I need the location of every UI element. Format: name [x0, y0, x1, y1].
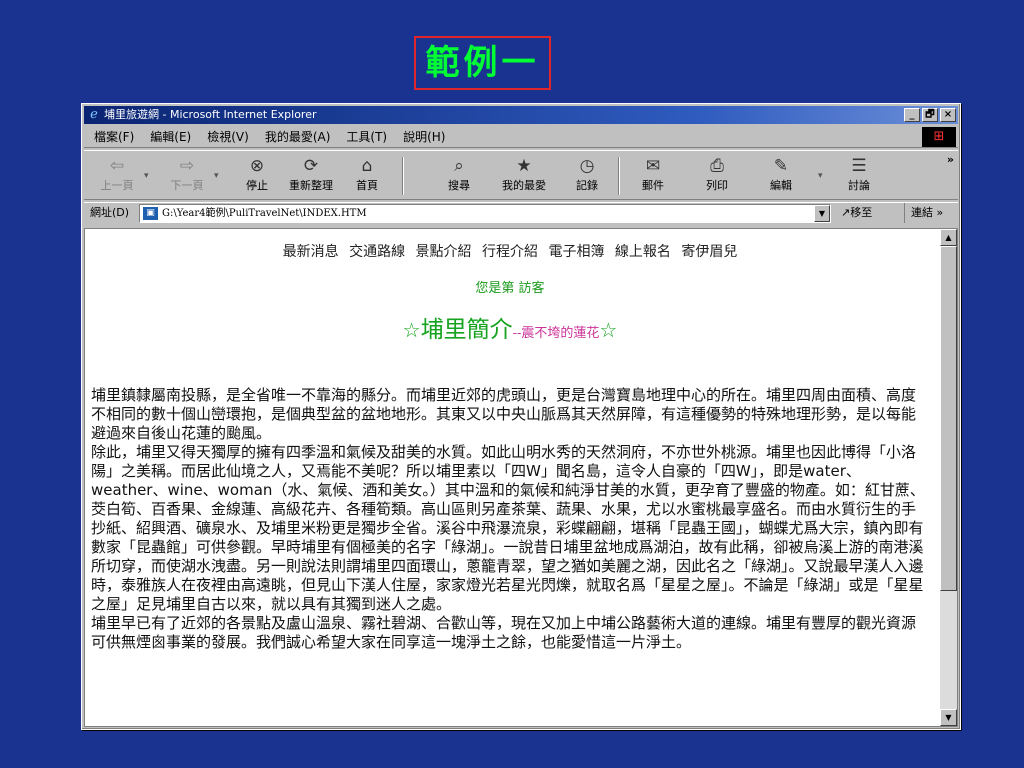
edit-button[interactable]: ✎ 編輯: [756, 155, 806, 197]
nav-attractions[interactable]: 景點介紹: [416, 244, 472, 260]
refresh-icon: ⟳: [303, 156, 319, 176]
scroll-down-icon[interactable]: ▼: [940, 709, 957, 726]
address-dropdown-icon[interactable]: ▼: [814, 205, 830, 222]
window-controls: _ 🗗 ×: [904, 108, 956, 122]
history-button[interactable]: ◷ 記錄: [562, 155, 612, 197]
home-icon: ⌂: [361, 156, 373, 176]
favorites-icon: ★: [516, 156, 532, 176]
links-button[interactable]: 連結 »: [904, 203, 943, 223]
intro-paragraph: 除此，埔里又得天獨厚的擁有四季溫和氣候及甜美的水質。如此山明水秀的天然洞府，不亦…: [91, 443, 925, 613]
slide-title: 範例一: [414, 36, 551, 90]
go-button[interactable]: ↗移至: [841, 203, 872, 223]
toolbar-separator: [618, 157, 620, 195]
forward-button[interactable]: ⇨ 下一頁: [162, 155, 212, 197]
window-title: 埔里旅遊網 - Microsoft Internet Explorer: [104, 108, 317, 121]
menu-bar: 檔案(F) 編輯(E) 檢視(V) 我的最愛(A) 工具(T) 說明(H) ⊞: [84, 126, 958, 148]
discuss-icon: ☰: [851, 156, 867, 176]
nav-transport[interactable]: 交通路線: [349, 244, 405, 260]
scroll-thumb[interactable]: [940, 246, 957, 591]
star-icon: ☆: [402, 318, 421, 342]
discuss-button[interactable]: ☰ 討論: [834, 155, 884, 197]
web-page: 最新消息 交通路線 景點介紹 行程介紹 電子相簿 線上報名 寄伊眉兒 您是第 訪…: [85, 229, 939, 726]
menu-view[interactable]: 檢視(V): [207, 126, 249, 147]
back-arrow-icon: ⇦: [109, 156, 125, 176]
print-button[interactable]: ⎙ 列印: [692, 155, 742, 197]
stop-icon: ⊗: [249, 156, 265, 176]
go-arrow-icon: ↗: [841, 206, 851, 219]
search-button[interactable]: ⌕ 搜尋: [434, 155, 484, 197]
nav-signup[interactable]: 線上報名: [615, 244, 671, 260]
forward-dropdown-icon[interactable]: ▾: [214, 171, 219, 181]
address-bar: 網址(D) ▣ G:\Year4範例\PuliTravelNet\INDEX.H…: [84, 202, 958, 224]
back-dropdown-icon[interactable]: ▾: [144, 171, 149, 181]
search-icon: ⌕: [454, 156, 464, 176]
heading-sub: --震不垮的蓮花: [512, 326, 600, 341]
intro-text: 埔里鎮隸屬南投縣，是全省唯一不靠海的縣分。而埔里近郊的虎頭山，更是台灣寶島地理中…: [91, 386, 929, 652]
intro-paragraph: 埔里鎮隸屬南投縣，是全省唯一不靠海的縣分。而埔里近郊的虎頭山，更是台灣寶島地理中…: [91, 386, 917, 442]
maximize-button[interactable]: 🗗: [922, 108, 938, 122]
toolbar-more-icon[interactable]: »: [947, 153, 954, 166]
nav-album[interactable]: 電子相簿: [548, 244, 604, 260]
scroll-up-icon[interactable]: ▲: [940, 229, 957, 246]
forward-arrow-icon: ⇨: [179, 156, 195, 176]
page-heading: ☆埔里簡介--震不垮的蓮花☆: [91, 310, 929, 344]
nav-email[interactable]: 寄伊眉兒: [681, 244, 737, 260]
address-url: G:\Year4範例\PuliTravelNet\INDEX.HTM: [162, 208, 367, 219]
browser-window: ℯ 埔里旅遊網 - Microsoft Internet Explorer _ …: [81, 103, 961, 730]
history-icon: ◷: [579, 156, 595, 176]
stop-button[interactable]: ⊗ 停止: [232, 155, 282, 197]
page-content: 最新消息 交通路線 景點介紹 行程介紹 電子相簿 線上報名 寄伊眉兒 您是第 訪…: [84, 228, 958, 727]
intro-paragraph: 埔里早已有了近郊的各景點及盧山溫泉、霧社碧湖、合歡山等，現在又加上中埔公路藝術大…: [91, 614, 917, 651]
edit-icon: ✎: [773, 156, 789, 176]
vertical-scrollbar[interactable]: ▲ ▼: [940, 229, 957, 726]
home-button[interactable]: ⌂ 首頁: [342, 155, 392, 197]
title-bar: ℯ 埔里旅遊網 - Microsoft Internet Explorer _ …: [84, 106, 958, 124]
print-icon: ⎙: [710, 156, 724, 176]
edit-dropdown-icon[interactable]: ▾: [818, 171, 823, 181]
refresh-button[interactable]: ⟳ 重新整理: [282, 155, 340, 197]
visitor-counter: 您是第 訪客: [475, 281, 545, 296]
page-icon: ▣: [143, 207, 158, 220]
nav-news[interactable]: 最新消息: [283, 244, 339, 260]
toolbar: ⇦ 上一頁 ▾ ⇨ 下一頁 ▾ ⊗ 停止 ⟳ 重新整理 ⌂ 首頁 ⌕ 搜尋 ★ …: [84, 150, 958, 200]
windows-logo-icon: ⊞: [922, 127, 956, 147]
address-input[interactable]: ▣ G:\Year4範例\PuliTravelNet\INDEX.HTM ▼: [139, 204, 831, 223]
heading-main: 埔里簡介: [420, 317, 513, 343]
menu-edit[interactable]: 編輯(E): [150, 126, 191, 147]
close-button[interactable]: ×: [940, 108, 956, 122]
menu-help[interactable]: 說明(H): [403, 126, 445, 147]
star-icon: ☆: [599, 318, 618, 342]
nav-itinerary[interactable]: 行程介紹: [482, 244, 538, 260]
menu-file[interactable]: 檔案(F): [94, 126, 134, 147]
toolbar-separator: [402, 157, 404, 195]
menu-tools[interactable]: 工具(T): [346, 126, 387, 147]
back-button[interactable]: ⇦ 上一頁: [92, 155, 142, 197]
ie-icon: ℯ: [90, 107, 98, 122]
address-label: 網址(D): [90, 206, 130, 219]
site-nav: 最新消息 交通路線 景點介紹 行程介紹 電子相簿 線上報名 寄伊眉兒: [91, 241, 929, 261]
favorites-button[interactable]: ★ 我的最愛: [494, 155, 554, 197]
mail-button[interactable]: ✉ 郵件: [628, 155, 678, 197]
minimize-button[interactable]: _: [904, 108, 920, 122]
menu-favorites[interactable]: 我的最愛(A): [265, 126, 331, 147]
mail-icon: ✉: [645, 156, 661, 176]
